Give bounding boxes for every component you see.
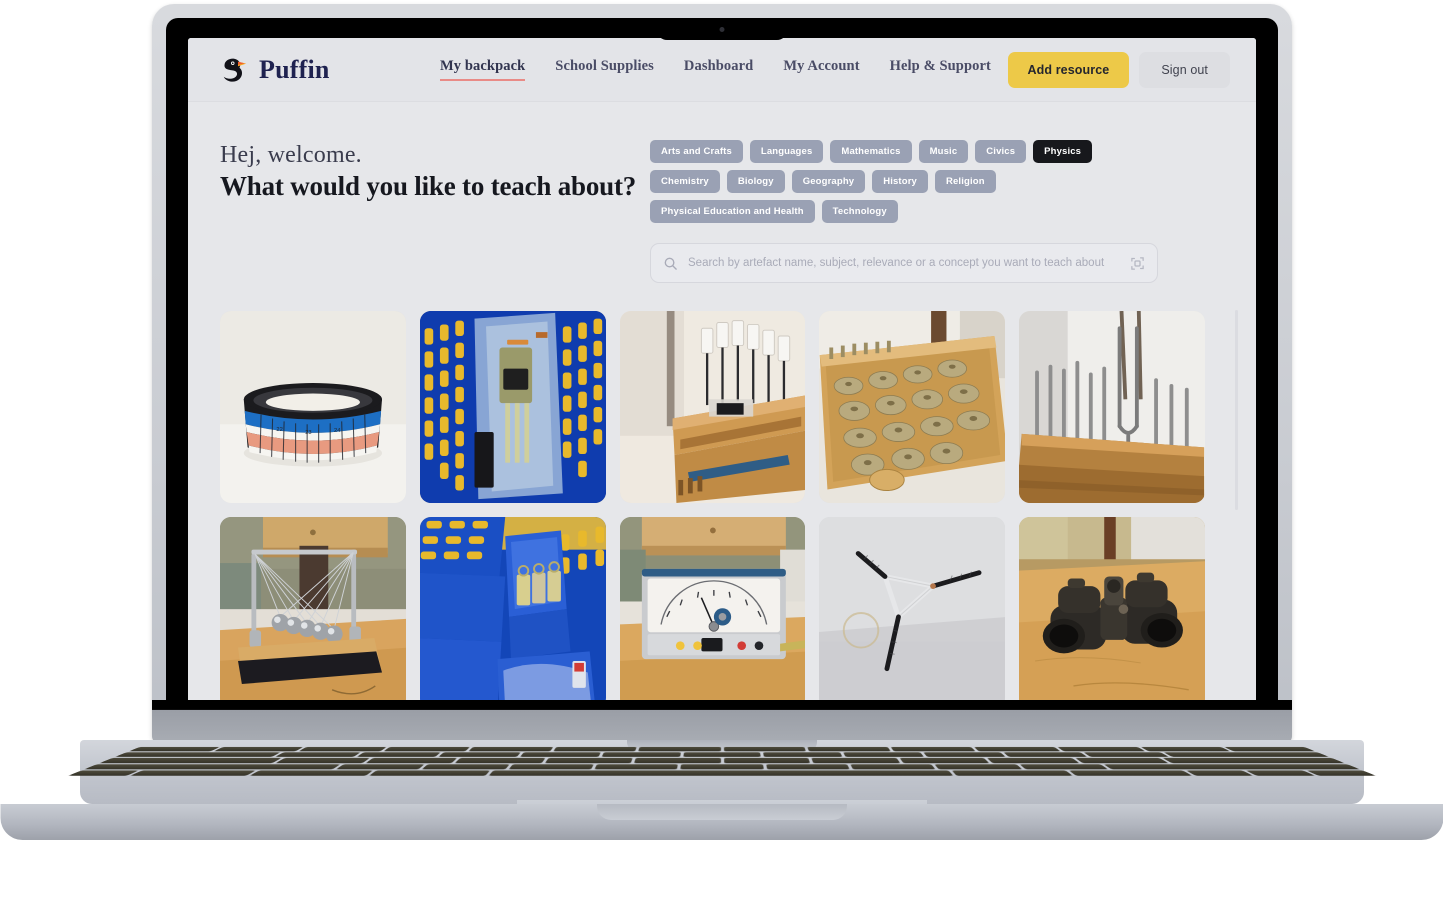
subject-tag-chemistry[interactable]: Chemistry — [650, 170, 720, 193]
page-title: What would you like to teach about? — [220, 171, 637, 201]
subject-tag-biology[interactable]: Biology — [726, 170, 785, 193]
brand-logo[interactable]: Puffin — [220, 55, 420, 85]
wooden-stand-probes-artefact — [619, 311, 806, 503]
nav-item-help-support[interactable]: Help & Support — [890, 58, 991, 81]
result-card-blue-basket-instruments[interactable] — [419, 311, 606, 503]
nav-item-my-backpack[interactable]: My backpack — [440, 58, 526, 81]
results-scrollbar[interactable] — [1235, 310, 1238, 510]
laptop-keyboard — [67, 746, 1376, 804]
subject-tag-religion[interactable]: Religion — [934, 170, 996, 193]
result-card-newtons-cradle[interactable] — [220, 517, 406, 709]
hero-filters: Arts and Crafts Languages Mathematics Mu… — [650, 136, 1224, 283]
add-resource-button[interactable]: Add resource — [1007, 51, 1130, 88]
greeting-text: Hej, welcome. — [220, 142, 362, 168]
laptop-screen: Puffin My backpack School Supplies Dashb… — [188, 38, 1256, 714]
tuning-forks-rack-artefact — [1019, 311, 1205, 503]
result-card-triangle-magnet-assembly[interactable] — [819, 517, 1006, 709]
measuring-bowl-artefact: 22 23 24 — [220, 311, 406, 503]
webcam-icon — [719, 27, 725, 32]
screenshot-stage: Puffin My backpack School Supplies Dashb… — [0, 0, 1443, 904]
laptop-notch — [657, 18, 787, 40]
subject-tag-physics[interactable]: Physics — [1033, 140, 1093, 163]
search-input[interactable] — [688, 257, 1120, 269]
newtons-cradle-artefact — [220, 517, 406, 709]
laptop-bezel: Puffin My backpack School Supplies Dashb… — [166, 18, 1278, 730]
laptop-base-notch — [596, 804, 847, 820]
triangle-magnet-assembly-artefact — [819, 517, 1006, 709]
subject-tag-languages[interactable]: Languages — [749, 140, 824, 163]
top-bar-actions: Add resource Sign out — [1007, 51, 1230, 88]
scan-icon[interactable] — [1130, 256, 1145, 271]
result-card-tuning-forks-rack[interactable] — [1019, 311, 1205, 503]
subject-tag-geography[interactable]: Geography — [791, 170, 866, 193]
result-card-wooden-stand-probes[interactable] — [619, 311, 806, 503]
search-bar[interactable] — [650, 243, 1158, 283]
puffin-icon — [223, 58, 247, 82]
nav-item-dashboard[interactable]: Dashboard — [684, 58, 753, 81]
laptop-lid: Puffin My backpack School Supplies Dashb… — [152, 4, 1292, 744]
blue-basket-instruments-artefact — [419, 311, 606, 503]
result-card-blue-box-brass-weights[interactable] — [419, 517, 606, 709]
top-navigation-bar: Puffin My backpack School Supplies Dashb… — [188, 38, 1256, 102]
brand-name: Puffin — [259, 54, 330, 84]
blue-box-brass-weights-artefact — [419, 517, 606, 709]
laptop-hinge — [152, 700, 1292, 744]
subject-tag-technology[interactable]: Technology — [821, 200, 898, 223]
result-card-analog-galvanometer[interactable] — [619, 517, 806, 709]
hero-section: Hej, welcome. What would you like to tea… — [220, 136, 1224, 283]
svg-text:22: 22 — [276, 427, 282, 433]
svg-text:24: 24 — [334, 428, 341, 434]
result-card-measuring-bowl[interactable]: 22 23 24 — [220, 311, 406, 503]
svg-text:23: 23 — [305, 430, 311, 436]
subject-tag-music[interactable]: Music — [918, 140, 969, 163]
subject-tag-civics[interactable]: Civics — [975, 140, 1027, 163]
result-card-brass-weights-tray[interactable] — [819, 311, 1006, 503]
main-nav: My backpack School Supplies Dashboard My… — [440, 58, 991, 81]
brass-weights-tray-artefact — [819, 311, 1006, 503]
binoculars-artefact — [1019, 517, 1205, 709]
search-icon — [664, 257, 677, 270]
subject-tag-physical-education-and-health[interactable]: Physical Education and Health — [650, 200, 815, 223]
web-page: Puffin My backpack School Supplies Dashb… — [188, 38, 1256, 714]
nav-item-school-supplies[interactable]: School Supplies — [555, 58, 654, 81]
page-content: Hej, welcome. What would you like to tea… — [188, 102, 1256, 709]
subject-filter-list: Arts and Crafts Languages Mathematics Mu… — [650, 140, 1158, 223]
hero-text: Hej, welcome. What would you like to tea… — [220, 136, 650, 202]
result-card-binoculars[interactable] — [1019, 517, 1205, 709]
analog-galvanometer-artefact — [619, 517, 806, 709]
subject-tag-history[interactable]: History — [872, 170, 928, 193]
results-grid: 22 23 24 — [220, 311, 1205, 709]
subject-tag-arts-and-crafts[interactable]: Arts and Crafts — [650, 140, 743, 163]
subject-tag-mathematics[interactable]: Mathematics — [830, 140, 912, 163]
sign-out-button[interactable]: Sign out — [1139, 51, 1230, 88]
nav-item-my-account[interactable]: My Account — [783, 58, 859, 81]
